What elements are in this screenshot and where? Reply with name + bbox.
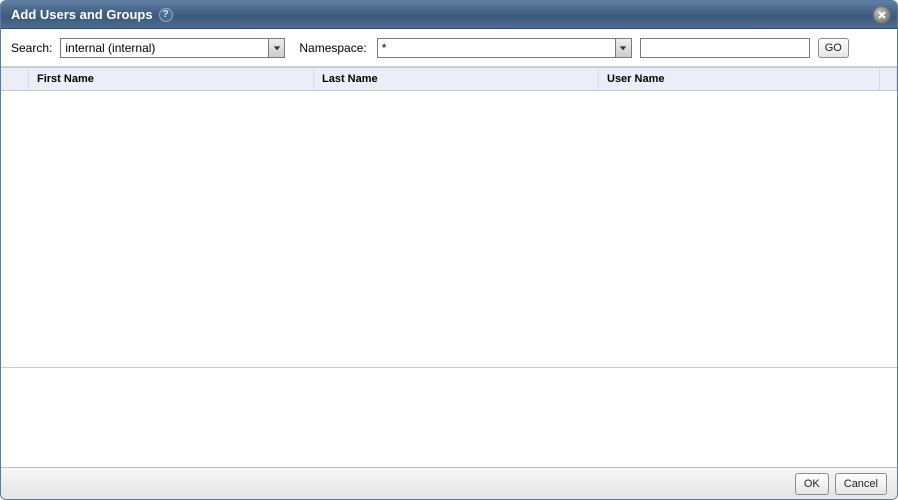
namespace-label: Namespace: (299, 41, 366, 55)
select-all-column[interactable] (1, 68, 29, 90)
column-end (879, 68, 897, 90)
help-icon[interactable]: ? (159, 8, 173, 22)
table-body (1, 91, 897, 367)
search-toolbar: Search: internal (internal) Namespace: *… (1, 29, 897, 67)
column-last-name[interactable]: Last Name (314, 68, 599, 90)
search-input[interactable] (640, 38, 810, 58)
go-button[interactable]: GO (818, 38, 849, 58)
column-user-name[interactable]: User Name (599, 68, 879, 90)
dialog-footer: OK Cancel (1, 467, 897, 499)
search-label: Search: (11, 41, 52, 55)
selection-panel (1, 367, 897, 467)
namespace-dropdown[interactable]: * (377, 38, 632, 58)
chevron-down-icon (615, 39, 631, 57)
close-icon[interactable] (873, 6, 891, 24)
dialog-title: Add Users and Groups (11, 7, 153, 22)
search-dropdown[interactable]: internal (internal) (60, 38, 285, 58)
dialog: Add Users and Groups ? Search: internal … (0, 0, 898, 500)
namespace-dropdown-value: * (378, 41, 615, 55)
results-table: First Name Last Name User Name (1, 67, 897, 467)
table-header: First Name Last Name User Name (1, 67, 897, 91)
ok-button[interactable]: OK (795, 473, 829, 495)
chevron-down-icon (268, 39, 284, 57)
column-first-name[interactable]: First Name (29, 68, 314, 90)
search-dropdown-value: internal (internal) (61, 41, 268, 55)
titlebar: Add Users and Groups ? (1, 1, 897, 29)
cancel-button[interactable]: Cancel (835, 473, 887, 495)
